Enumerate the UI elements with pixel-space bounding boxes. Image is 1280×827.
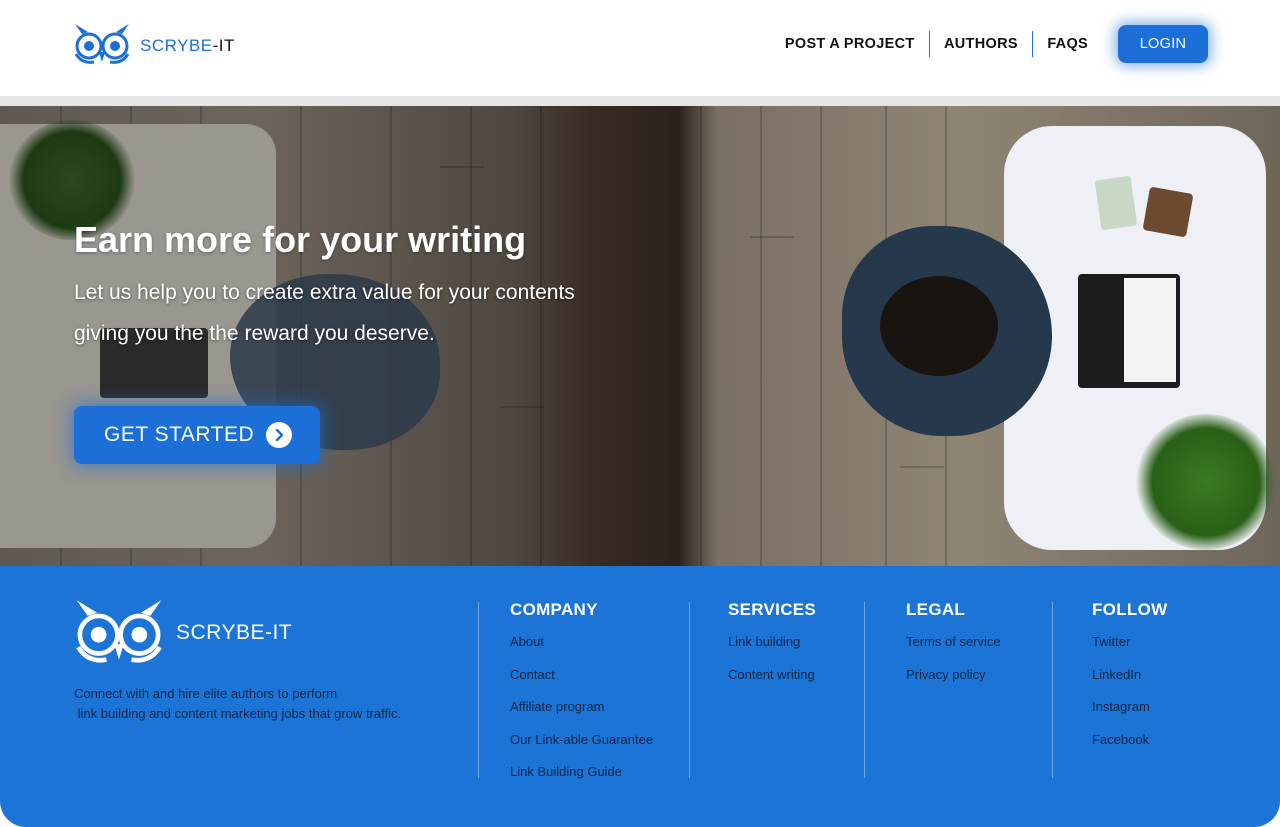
header-divider [0,96,1280,106]
hero-subtitle: Let us help you to create extra value fo… [74,272,694,354]
floor-plank [760,106,762,566]
footer-column-services: SERVICES Link building Content writing [728,600,816,697]
floor-seam [440,166,484,168]
footer-description-line2: link building and content marketing jobs… [74,706,402,721]
footer-heading-legal: LEGAL [906,600,966,619]
page: SCRYBE-IT POST A PROJECT AUTHORS FAQS LO… [0,0,1280,827]
footer-link-link-building[interactable]: Link building [728,632,816,652]
footer-link-building-guide[interactable]: Link Building Guide [510,762,653,782]
wallet [1142,186,1194,238]
footer-logo[interactable]: SCRYBE-IT [72,594,292,671]
person-right-head [880,276,998,376]
footer-divider [864,602,865,778]
footer-link-instagram[interactable]: Instagram [1092,697,1167,717]
footer-column-company: COMPANY About Contact Affiliate program … [510,600,653,795]
brand-logo[interactable]: SCRYBE-IT [72,20,235,71]
footer-heading-company: COMPANY [510,600,598,619]
footer-link-content-writing[interactable]: Content writing [728,665,816,685]
get-started-label: GET STARTED [104,423,255,446]
footer-link-affiliate-program[interactable]: Affiliate program [510,697,653,717]
brand-name-main: SCRYBE [140,35,213,55]
hero-subtitle-line2: giving you the the reward you deserve. [74,322,435,345]
hero-subtitle-line1: Let us help you to create extra value fo… [74,281,575,304]
footer-divider [689,602,690,778]
footer-heading-follow: FOLLOW [1092,600,1168,619]
floor-plank [700,106,702,566]
chevron-right-circle-icon [266,422,293,448]
floor-seam [500,406,544,408]
nav-post-a-project[interactable]: POST A PROJECT [785,36,915,52]
floor-seam [900,466,944,468]
brand-name-suffix: -IT [212,35,235,55]
footer-heading-services: SERVICES [728,600,817,619]
footer-link-guarantee[interactable]: Our Link-able Guarantee [510,730,653,750]
footer-description-line1: Connect with and hire elite authors to p… [74,686,338,701]
footer-link-privacy[interactable]: Privacy policy [906,665,1001,685]
footer-divider [478,602,479,778]
footer-divider [1052,602,1053,778]
footer-link-linkedin[interactable]: LinkedIn [1092,665,1167,685]
hero-title-strong: Earn more [74,219,253,260]
owl-logo-icon [72,20,132,71]
plant-right [1136,414,1276,550]
get-started-button[interactable]: GET STARTED [74,406,320,464]
hero-title: Earn more for your writing [74,219,526,261]
floor-plank [820,106,822,566]
nav-divider [1031,31,1034,57]
footer-link-twitter[interactable]: Twitter [1092,632,1167,652]
owl-logo-icon [72,594,166,671]
hero-title-rest: for your writing [252,219,527,260]
site-footer: SCRYBE-IT Connect with and hire elite au… [0,566,1280,827]
footer-link-contact[interactable]: Contact [510,665,653,685]
login-button[interactable]: LOGIN [1118,25,1208,63]
cash-stack [1094,175,1138,231]
nav-authors[interactable]: AUTHORS [944,36,1018,52]
nav-faqs[interactable]: FAQS [1047,36,1088,52]
footer-description: Connect with and hire elite authors to p… [74,684,474,724]
footer-column-follow: FOLLOW Twitter LinkedIn Instagram Facebo… [1092,600,1167,762]
brand-name: SCRYBE-IT [140,36,235,56]
footer-brand-name: SCRYBE-IT [176,620,293,644]
footer-column-legal: LEGAL Terms of service Privacy policy [906,600,1001,697]
hero-banner: Earn more for your writing Let us help y… [0,106,1280,566]
nav-divider [928,31,931,57]
main-nav: POST A PROJECT AUTHORS FAQS LOGIN [785,22,1208,66]
footer-link-terms[interactable]: Terms of service [906,632,1001,652]
site-header: SCRYBE-IT POST A PROJECT AUTHORS FAQS LO… [0,0,1280,96]
laptop-right-screen [1124,278,1176,382]
floor-seam [750,236,794,238]
footer-link-about[interactable]: About [510,632,653,652]
footer-link-facebook[interactable]: Facebook [1092,730,1167,750]
